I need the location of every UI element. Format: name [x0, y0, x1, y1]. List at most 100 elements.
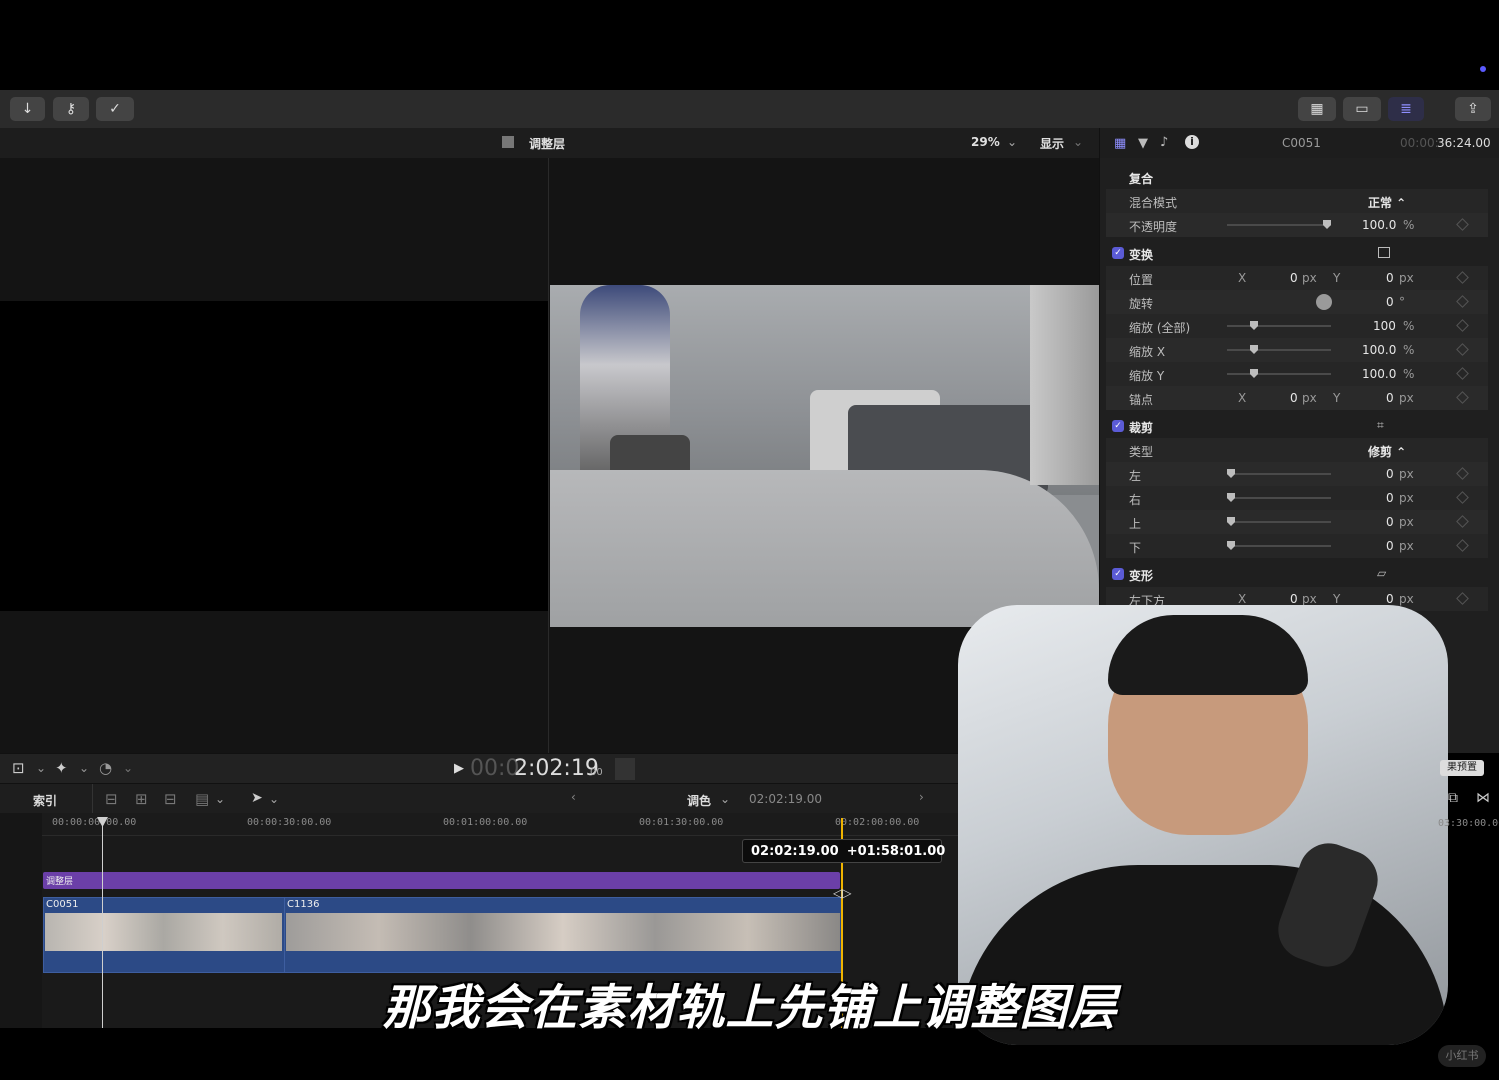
keyframe-icon[interactable] [1456, 295, 1469, 308]
grid-icon[interactable]: ▦ [1298, 97, 1336, 121]
unit: px [1399, 515, 1414, 529]
overwrite-clip-icon[interactable]: ▤ [195, 790, 209, 808]
keyframe-icon[interactable] [1456, 391, 1469, 404]
anchor-y[interactable]: 0 [1386, 391, 1394, 405]
keyframe-icon[interactable] [1456, 271, 1469, 284]
inspector-header: ▦ ▼ ♪ i C0051 00:00: 36:24.00 [1100, 128, 1499, 158]
scale-x-value[interactable]: 100.0 [1362, 343, 1396, 357]
timeline-ruler[interactable]: 00:00:00:00.00 00:00:30:00.00 00:01:00:0… [42, 813, 960, 836]
append-clip-icon[interactable]: ⊟ [164, 790, 177, 808]
clip-c0051[interactable]: C0051 [43, 897, 285, 973]
chevron-down-icon[interactable]: ⌄ [79, 761, 89, 775]
rotation-value[interactable]: 0 [1386, 295, 1394, 309]
key-icon[interactable]: ⚷ [53, 97, 89, 121]
sliders-icon[interactable]: ≣ [1388, 97, 1424, 121]
axis-label: Y [1333, 391, 1341, 405]
bottom-left-y[interactable]: 0 [1386, 592, 1394, 606]
keyframe-icon[interactable] [1456, 367, 1469, 380]
viewer-title: 调整层 [529, 137, 566, 151]
zoom-select[interactable]: 29% [971, 135, 1000, 149]
select-tool-icon[interactable]: ➤ [251, 790, 263, 806]
chevron-down-icon[interactable]: ⌄ [269, 792, 279, 806]
clip-c1136[interactable]: C1136 [284, 897, 843, 973]
opacity-value[interactable]: 100.0 [1362, 218, 1396, 232]
chevron-right-icon[interactable]: › [919, 790, 924, 804]
info-icon[interactable]: i [1185, 135, 1199, 149]
bottom-left-x[interactable]: 0 [1290, 592, 1298, 606]
crop-tool-icon[interactable]: ⊡ [12, 759, 25, 777]
rotation-dial-icon[interactable] [1316, 294, 1332, 310]
checkbox-icon[interactable]: ✓ [1112, 247, 1124, 259]
index-button[interactable]: 索引 [33, 792, 57, 809]
color-inspector-icon[interactable]: ▼ [1138, 136, 1148, 151]
transition-icon[interactable]: ⋈ [1476, 790, 1490, 806]
keyframe-icon[interactable] [1456, 343, 1469, 356]
color-button[interactable]: 调色 [687, 792, 711, 809]
keyframe-icon[interactable] [1456, 515, 1469, 528]
speed-icon[interactable]: ◔ [99, 759, 112, 777]
window-icon[interactable]: ⧉ [1448, 790, 1458, 806]
audio-meter-icon [615, 758, 635, 780]
blend-mode-select[interactable]: 正常 ⌃ [1368, 194, 1406, 211]
keyframe-icon[interactable] [1456, 592, 1469, 605]
playhead[interactable] [102, 818, 103, 1028]
share-icon[interactable]: ⇪ [1455, 97, 1491, 121]
chevron-down-icon: ⌄ [1073, 135, 1084, 149]
keyframe-icon[interactable] [1456, 319, 1469, 332]
connect-clip-icon[interactable]: ⊟ [105, 790, 118, 808]
chevron-down-icon[interactable]: ⌄ [123, 761, 133, 775]
scale-y-slider[interactable] [1227, 369, 1331, 378]
display-menu[interactable]: 显示 [1040, 135, 1064, 152]
transform-overlay-icon[interactable] [1378, 247, 1390, 258]
distort-overlay-icon[interactable]: ▱ [1377, 566, 1386, 580]
crop-bottom-value[interactable]: 0 [1386, 539, 1394, 553]
crop-right-slider[interactable] [1227, 493, 1331, 502]
import-icon[interactable]: ↓ [10, 97, 45, 121]
checkbox-icon[interactable]: ✓ [1112, 568, 1124, 580]
opacity-slider[interactable] [1227, 220, 1331, 229]
anchor-x[interactable]: 0 [1290, 391, 1298, 405]
scale-all-value[interactable]: 100 [1373, 319, 1396, 333]
adjustment-layer-clip[interactable]: 调整层 [43, 872, 840, 889]
scale-y-value[interactable]: 100.0 [1362, 367, 1396, 381]
crop-top-value[interactable]: 0 [1386, 515, 1394, 529]
filmstrip-icon[interactable]: ▭ [1343, 97, 1381, 121]
chevron-left-icon[interactable]: ‹ [571, 790, 576, 804]
keyframe-icon[interactable] [1456, 467, 1469, 480]
keyframe-icon[interactable] [1456, 491, 1469, 504]
blend-mode-row: 混合模式 正常 ⌃ [1106, 189, 1488, 213]
keyframe-icon[interactable] [1456, 539, 1469, 552]
video-inspector-icon[interactable]: ▦ [1114, 136, 1126, 151]
audio-inspector-icon[interactable]: ♪ [1160, 135, 1168, 150]
play-icon[interactable]: ▶ [454, 761, 464, 776]
scale-all-slider[interactable] [1227, 321, 1331, 330]
check-circle-icon[interactable]: ✓ [96, 97, 134, 121]
row-label: 左 [1129, 469, 1142, 483]
position-x[interactable]: 0 [1290, 271, 1298, 285]
insert-clip-icon[interactable]: ⊞ [135, 790, 148, 808]
playhead-timecode[interactable]: 2:02:19 [514, 756, 599, 781]
crop-top-slider[interactable] [1227, 517, 1331, 526]
checkbox-icon[interactable]: ✓ [1112, 420, 1124, 432]
crop-left-slider[interactable] [1227, 469, 1331, 478]
crop-right-value[interactable]: 0 [1386, 491, 1394, 505]
chevron-down-icon[interactable]: ⌄ [215, 792, 225, 806]
clip-label: C0051 [46, 899, 79, 910]
chevron-down-icon[interactable]: ⌄ [720, 792, 730, 806]
crop-type-select[interactable]: 修剪 ⌃ [1368, 443, 1406, 460]
divider [548, 158, 549, 753]
chevron-down-icon[interactable]: ⌄ [36, 761, 46, 775]
viewer-area [0, 158, 1099, 753]
trim-cursor-icon: ◁▷ [833, 886, 852, 900]
keyframe-icon[interactable] [1456, 218, 1469, 231]
crop-overlay-icon[interactable]: ⌗ [1377, 418, 1384, 433]
crop-bottom-slider[interactable] [1227, 541, 1331, 550]
scale-x-slider[interactable] [1227, 345, 1331, 354]
row-label: 锚点 [1129, 393, 1154, 407]
position-y[interactable]: 0 [1386, 271, 1394, 285]
clip-filmstrip [45, 913, 282, 951]
effects-preset-button[interactable]: 果预置 [1440, 760, 1484, 776]
crop-left-value[interactable]: 0 [1386, 467, 1394, 481]
magic-wand-icon[interactable]: ✦ [55, 759, 68, 777]
timecode-dim: 00:00: [1400, 136, 1439, 150]
